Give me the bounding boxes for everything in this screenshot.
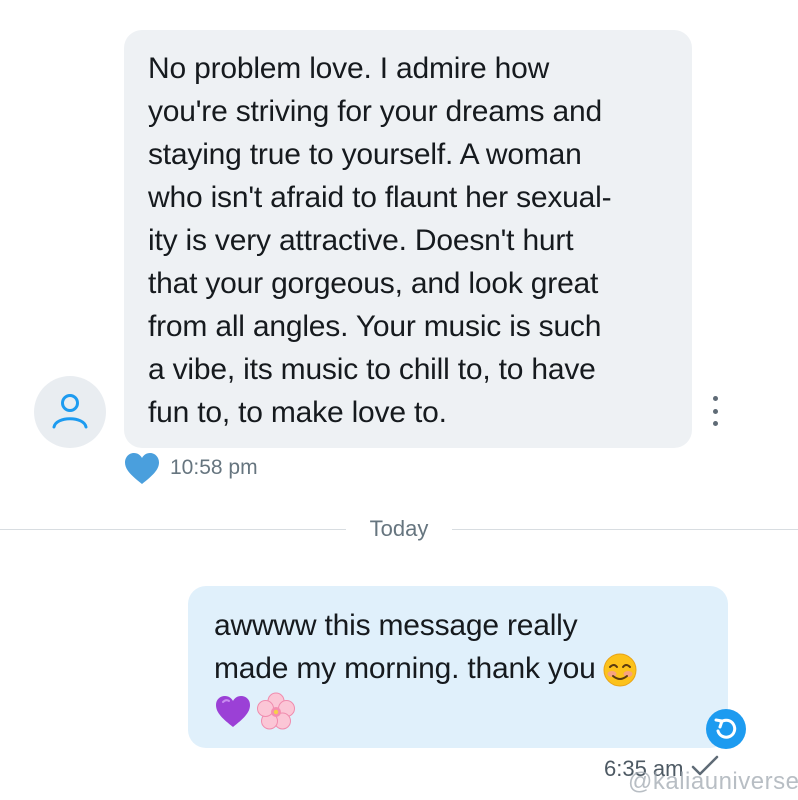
outgoing-message-text: awwww this message really made my mornin…	[214, 604, 704, 733]
incoming-message-time: 10:58 pm	[170, 456, 258, 479]
more-dot	[712, 421, 718, 426]
watermark-text: @kaliauniverse	[628, 768, 798, 795]
message-line: that your gorgeous, and look great	[148, 267, 599, 300]
heart-icon[interactable]	[124, 452, 160, 486]
undo-arrow-glyph	[714, 718, 737, 739]
message-line: from all angles. Your music is such	[148, 310, 602, 343]
default-user-icon	[52, 394, 88, 429]
message-line: awwww this message really	[214, 609, 578, 642]
emoji-line	[214, 690, 704, 733]
more-dot	[712, 396, 718, 401]
sender-avatar[interactable]	[34, 376, 106, 448]
message-line: made my morning. thank you	[214, 652, 596, 685]
outgoing-message-bubble[interactable]: awwww this message really made my mornin…	[188, 586, 728, 748]
more-vertical-icon[interactable]	[708, 396, 722, 426]
cherry-blossom-emoji	[257, 692, 295, 729]
purple-heart-emoji	[216, 695, 250, 727]
message-line: staying true to yourself. A woman	[148, 138, 582, 171]
message-line: a vibe, its music to chill to, to have	[148, 353, 596, 386]
message-line-with-emoji: made my morning. thank you	[214, 647, 704, 690]
incoming-message-bubble[interactable]: No problem love. I admire how you're str…	[124, 30, 692, 448]
smiling-blush-emoji	[603, 653, 637, 687]
message-line: you're striving for your dreams and	[148, 95, 602, 128]
message-line: fun to, to make love to.	[148, 396, 447, 429]
message-line: who isn't afraid to flaunt her sexual-	[148, 181, 612, 214]
reply-arrow-icon[interactable]	[706, 709, 746, 749]
conversation-view: No problem love. I admire how you're str…	[0, 0, 798, 800]
message-line: ity is very attractive. Doesn't hurt	[148, 224, 574, 257]
more-dot	[712, 408, 718, 414]
divider-line	[0, 529, 346, 530]
message-line: No problem love. I admire how	[148, 52, 550, 85]
date-divider-label: Today	[369, 516, 429, 541]
divider-line	[452, 529, 798, 530]
incoming-message-text: No problem love. I admire how you're str…	[148, 47, 668, 434]
